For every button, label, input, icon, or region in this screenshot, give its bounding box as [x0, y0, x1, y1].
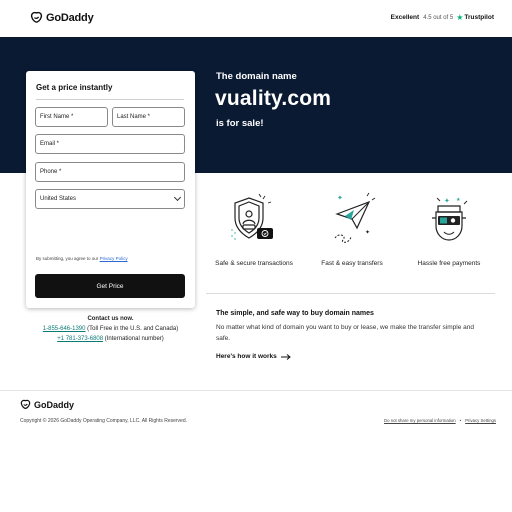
footer-divider — [0, 390, 512, 391]
feature-payments: ✦ ★ Hassle free payments — [401, 192, 497, 267]
arrow-right-icon — [280, 353, 291, 360]
feature-label-secure: Safe & secure transactions — [215, 260, 293, 267]
copyright-text: Copyright © 2026 GoDaddy Operating Compa… — [20, 418, 188, 424]
trustpilot-brand: Trustpilot — [464, 14, 494, 21]
svg-text:✦: ✦ — [337, 194, 343, 202]
legal-separator: • — [459, 418, 462, 423]
godaddy-logo[interactable]: GoDaddy — [30, 11, 94, 24]
phone-link-tollfree[interactable]: 1-855-646-1390 — [43, 326, 86, 332]
chevron-down-icon — [173, 193, 182, 202]
phone-link-international[interactable]: +1 781-373-6808 — [57, 336, 103, 342]
hero-tagline: is for sale! — [216, 118, 264, 129]
top-header: GoDaddy Excellent 4.5 out of 5 ★ Trustpi… — [0, 0, 512, 37]
price-form-card: Get a price instantly First Name * Last … — [26, 71, 195, 308]
info-heading: The simple, and safe way to buy domain n… — [216, 310, 374, 317]
form-divider — [36, 99, 184, 100]
feature-secure: Safe & secure transactions — [206, 192, 302, 267]
contact-line-tollfree: 1-855-646-1390 (Toll Free in the U.S. an… — [26, 326, 195, 332]
trustpilot-widget[interactable]: Excellent 4.5 out of 5 ★ Trustpilot — [391, 13, 494, 22]
svg-text:★: ★ — [456, 197, 461, 203]
email-field[interactable]: Email * — [35, 134, 185, 154]
shield-lock-icon — [231, 193, 273, 240]
brand-name: GoDaddy — [46, 11, 94, 24]
trust-label: Excellent — [390, 14, 420, 21]
trust-rating: 4.5 out of 5 — [423, 14, 454, 21]
hero-eyebrow: The domain name — [216, 71, 297, 82]
footer-brand-name: GoDaddy — [34, 399, 75, 410]
consent-text: By submitting, you agree to our Privacy … — [36, 256, 128, 261]
godaddy-logo-icon — [30, 11, 43, 23]
phone-note-international: (International number) — [104, 336, 164, 342]
money-face-icon: ✦ ★ — [432, 197, 468, 241]
svg-text:✦: ✦ — [444, 197, 450, 205]
feature-label-transfers: Fast & easy transfers — [321, 260, 383, 267]
consent-prefix: By submitting, you agree to our — [36, 256, 99, 261]
country-select[interactable]: United States — [35, 189, 185, 209]
footer-logo[interactable]: GoDaddy — [20, 399, 74, 410]
form-title: Get a price instantly — [36, 83, 113, 92]
do-not-share-link[interactable]: Do not share my personal information — [384, 418, 456, 423]
privacy-policy-link[interactable]: Privacy Policy — [100, 256, 128, 261]
feature-label-payments: Hassle free payments — [417, 260, 481, 267]
paper-plane-icon: ✦ ✦ — [334, 192, 376, 243]
how-it-works-label: Here's how it works — [216, 353, 277, 360]
svg-text:✦: ✦ — [365, 229, 370, 236]
privacy-settings-link[interactable]: Privacy Settings — [465, 418, 496, 423]
how-it-works-link[interactable]: Here's how it works — [216, 353, 486, 360]
section-divider — [206, 293, 495, 294]
godaddy-logo-icon — [20, 399, 31, 409]
first-name-field[interactable]: First Name * — [35, 107, 108, 127]
contact-section: Contact us now. 1-855-646-1390 (Toll Fre… — [26, 316, 195, 346]
footer-legal-links: Do not share my personal information • P… — [384, 418, 496, 423]
contact-line-international: +1 781-373-6808 (International number) — [26, 336, 195, 342]
last-name-field[interactable]: Last Name * — [112, 107, 185, 127]
contact-heading: Contact us now. — [87, 316, 134, 322]
info-section: The simple, and safe way to buy domain n… — [216, 310, 486, 360]
get-price-button[interactable]: Get Price — [35, 274, 185, 298]
phone-field[interactable]: Phone * — [35, 162, 185, 182]
country-select-value: United States — [40, 196, 77, 202]
feature-transfers: ✦ ✦ Fast & easy transfers — [304, 192, 400, 267]
info-body: No matter what kind of domain you want t… — [216, 324, 474, 342]
trustpilot-star-icon: ★ — [456, 13, 464, 22]
phone-note-tollfree: (Toll Free in the U.S. and Canada) — [87, 326, 179, 332]
domain-name: vuality.com — [215, 87, 332, 110]
